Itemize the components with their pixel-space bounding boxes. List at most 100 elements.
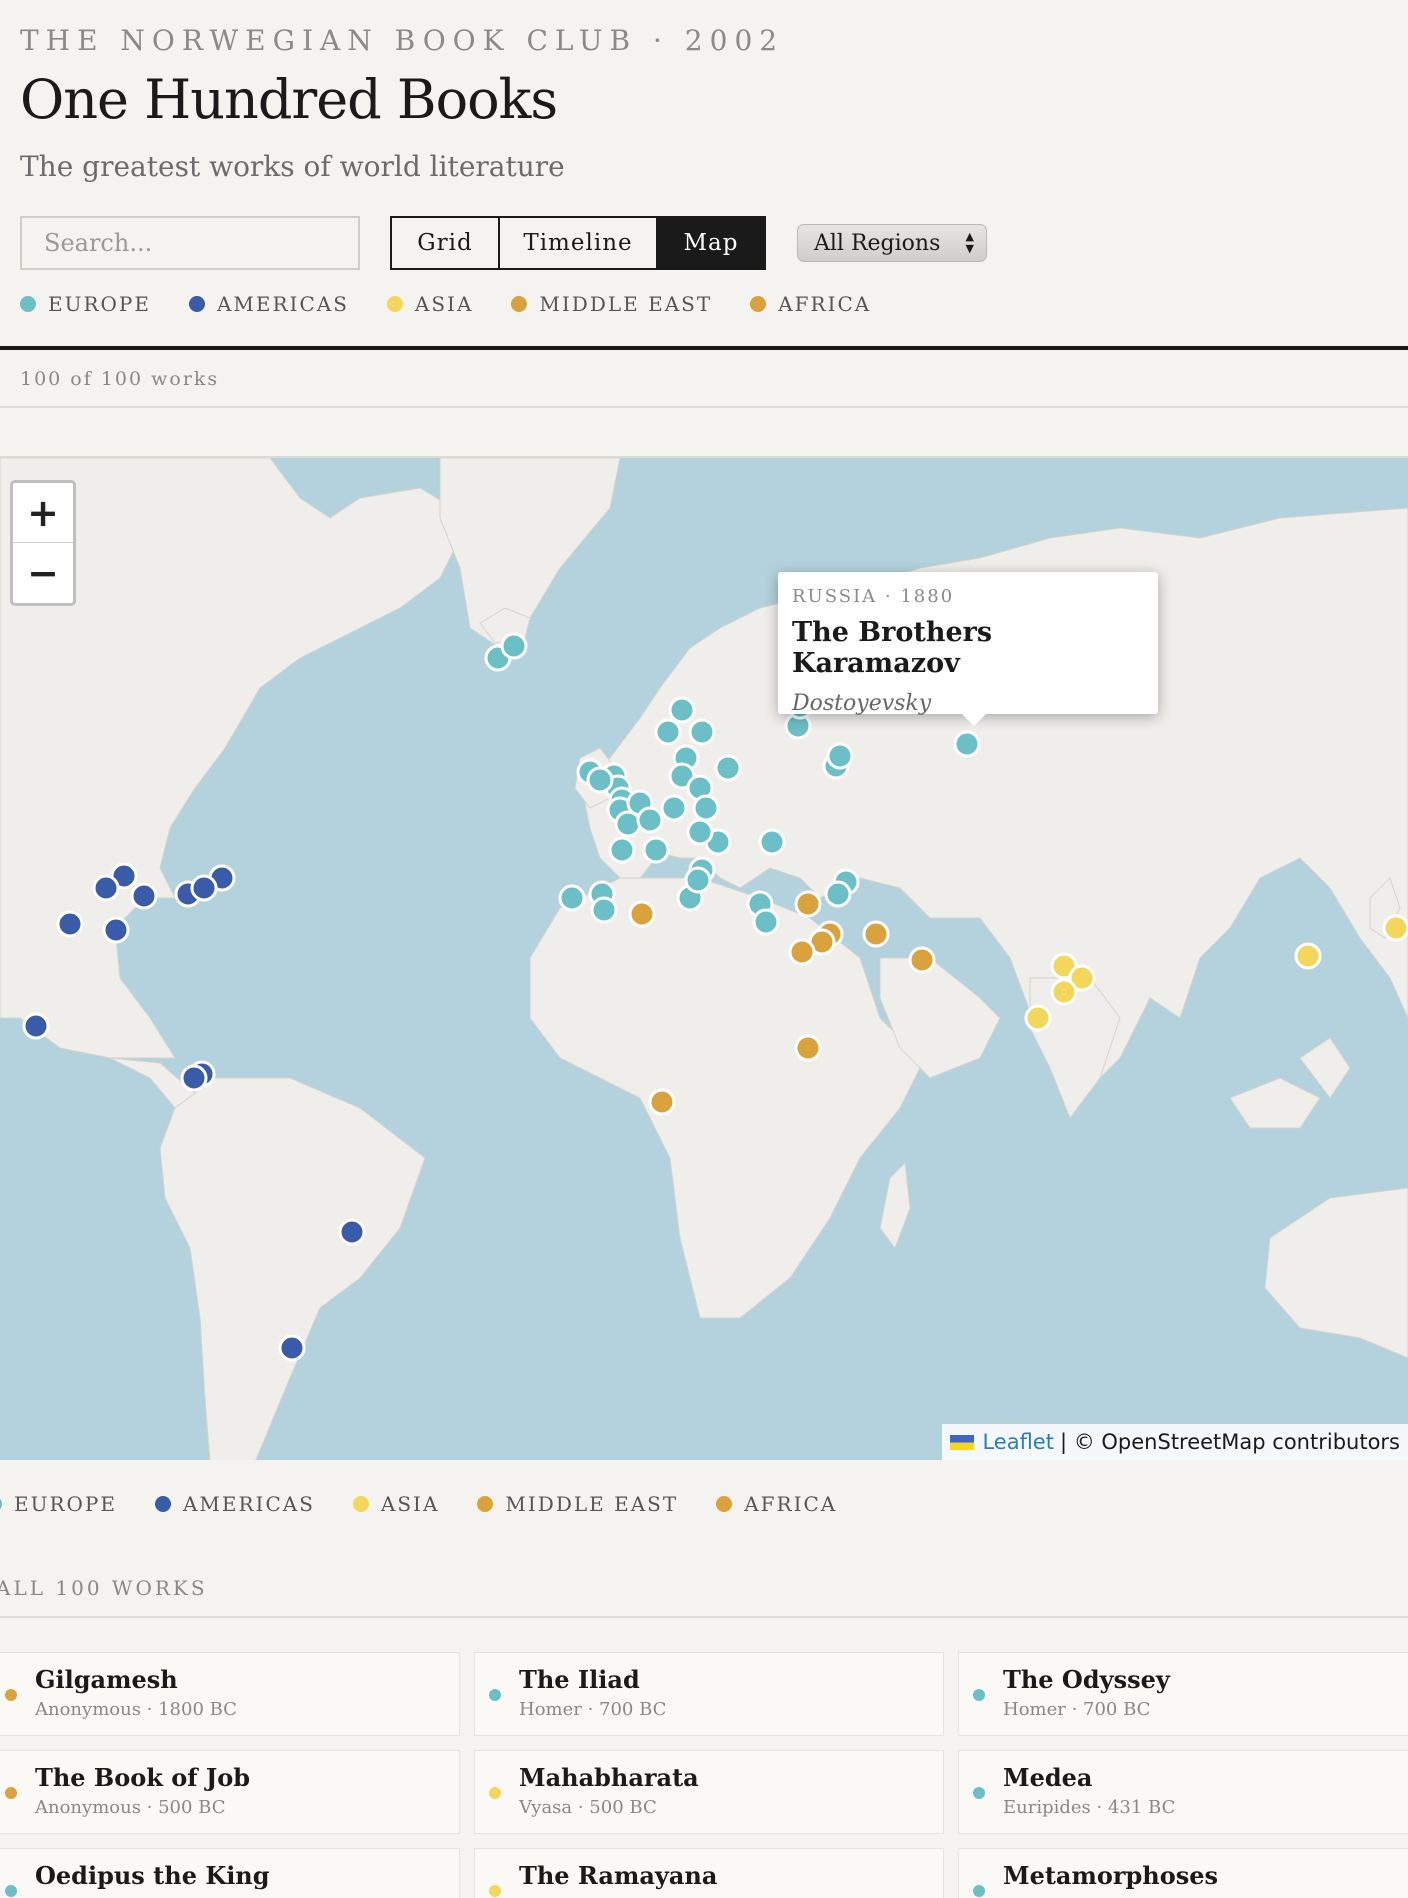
zoom-in-button[interactable]: +	[13, 483, 73, 543]
book-marker[interactable]	[826, 742, 854, 770]
book-marker[interactable]	[684, 866, 712, 894]
book-marker[interactable]	[628, 900, 656, 928]
book-marker[interactable]	[130, 882, 158, 910]
work-card[interactable]: Gilgamesh Anonymous · 1800 BC	[0, 1652, 460, 1736]
popup-title: The Brothers Karamazov	[792, 617, 993, 679]
map-attribution: Leaflet | © OpenStreetMap contributors	[942, 1424, 1408, 1460]
popup-meta: RUSSIA · 1880	[792, 586, 955, 607]
view-switcher: Grid Timeline Map	[390, 216, 766, 270]
zoom-out-button[interactable]: −	[13, 543, 73, 603]
count-divider	[0, 406, 1408, 408]
legend-item-asia: ASIA	[352, 1492, 440, 1516]
book-marker[interactable]	[788, 938, 816, 966]
work-card[interactable]: The Ramayana	[474, 1848, 944, 1898]
view-map-button[interactable]: Map	[658, 218, 764, 268]
book-marker[interactable]	[1024, 1004, 1052, 1032]
book-marker[interactable]	[1050, 978, 1078, 1006]
americas-dot-icon	[188, 296, 205, 312]
legend-label: AMERICAS	[216, 292, 349, 316]
book-marker[interactable]	[692, 794, 720, 822]
work-title: The Iliad	[519, 1665, 640, 1694]
book-marker[interactable]	[794, 890, 822, 918]
header-divider	[0, 346, 1408, 350]
book-marker[interactable]	[686, 818, 714, 846]
book-marker[interactable]	[180, 1064, 208, 1092]
select-arrows-icon: ▲ ▼	[965, 230, 974, 255]
legend-top: EUROPE AMERICAS ASIA MIDDLE EAST AFRICA	[20, 292, 909, 316]
region-dot-icon	[5, 1787, 17, 1799]
book-marker[interactable]	[608, 836, 636, 864]
work-card[interactable]: The Book of Job Anonymous · 500 BC	[0, 1750, 460, 1834]
legend-item-africa: AFRICA	[716, 1492, 837, 1516]
book-marker[interactable]	[654, 718, 682, 746]
page-title: One Hundred Books	[20, 68, 558, 131]
book-marker[interactable]	[22, 1012, 50, 1040]
work-title: Metamorphoses	[1003, 1861, 1219, 1890]
book-marker[interactable]	[862, 920, 890, 948]
view-grid-button[interactable]: Grid	[392, 218, 500, 268]
book-marker[interactable]	[758, 828, 786, 856]
book-marker[interactable]	[558, 884, 586, 912]
book-marker[interactable]	[56, 910, 84, 938]
book-marker[interactable]	[908, 946, 936, 974]
all-works-divider	[0, 1616, 1408, 1618]
book-marker[interactable]	[190, 874, 218, 902]
book-marker[interactable]	[688, 718, 716, 746]
book-marker[interactable]	[660, 794, 688, 822]
book-marker[interactable]	[586, 766, 614, 794]
book-marker[interactable]	[338, 1218, 366, 1246]
results-count: 100 of 100 works	[20, 368, 220, 390]
book-marker[interactable]	[953, 730, 981, 758]
work-card[interactable]: Medea Euripides · 431 BC	[958, 1750, 1408, 1834]
legend-label: EUROPE	[48, 292, 151, 316]
work-card[interactable]: Metamorphoses	[958, 1848, 1408, 1898]
work-card[interactable]: The Iliad Homer · 700 BC	[474, 1652, 944, 1736]
book-marker[interactable]	[648, 1088, 676, 1116]
book-marker[interactable]	[752, 908, 780, 936]
book-marker[interactable]	[824, 880, 852, 908]
book-marker[interactable]	[1294, 942, 1322, 970]
europe-dot-icon	[20, 296, 36, 312]
work-title: Gilgamesh	[35, 1665, 178, 1694]
page-subtitle: The greatest works of world literature	[20, 150, 565, 183]
legend-label: MIDDLE EAST	[505, 1492, 679, 1516]
book-marker[interactable]	[102, 916, 130, 944]
work-subtitle: Anonymous · 500 BC	[35, 1797, 226, 1818]
leaflet-link[interactable]: Leaflet	[982, 1430, 1054, 1454]
book-marker[interactable]	[500, 632, 528, 660]
region-dot-icon	[489, 1787, 501, 1799]
legend-bottom: EUROPE AMERICAS ASIA MIDDLE EAST AFRICA	[0, 1492, 875, 1516]
book-marker[interactable]	[92, 874, 120, 902]
legend-label: EUROPE	[14, 1492, 117, 1516]
region-dot-icon	[489, 1689, 501, 1701]
work-card[interactable]: Oedipus the King	[0, 1848, 460, 1898]
work-subtitle: Vyasa · 500 BC	[519, 1797, 657, 1818]
legend-item-middle-east: MIDDLE EAST	[477, 1492, 678, 1516]
book-marker[interactable]	[278, 1334, 306, 1362]
attribution-text: | © OpenStreetMap contributors	[1059, 1430, 1400, 1454]
map-canvas[interactable]	[0, 458, 1408, 1460]
book-marker[interactable]	[590, 896, 618, 924]
legend-label: AFRICA	[778, 292, 872, 316]
europe-dot-icon	[0, 1496, 2, 1512]
book-marker[interactable]	[668, 696, 696, 724]
world-map[interactable]	[0, 456, 1408, 1460]
legend-label: ASIA	[414, 292, 474, 316]
view-timeline-button[interactable]: Timeline	[500, 218, 658, 268]
map-zoom-control: + −	[10, 480, 76, 606]
eyebrow-text: THE NORWEGIAN BOOK CLUB · 2002	[20, 24, 785, 57]
book-marker[interactable]	[794, 1034, 822, 1062]
book-marker[interactable]	[636, 806, 664, 834]
search-input[interactable]: Search...	[20, 216, 360, 270]
work-title: The Odyssey	[1003, 1665, 1170, 1694]
legend-label: ASIA	[380, 1492, 440, 1516]
book-marker[interactable]	[614, 810, 642, 838]
ukraine-flag-icon	[950, 1434, 975, 1450]
region-select[interactable]: All Regions ▲ ▼	[797, 224, 987, 262]
work-card[interactable]: The Odyssey Homer · 700 BC	[958, 1652, 1408, 1736]
asia-dot-icon	[386, 296, 403, 312]
work-card[interactable]: Mahabharata Vyasa · 500 BC	[474, 1750, 944, 1834]
book-marker[interactable]	[1382, 914, 1408, 942]
book-marker[interactable]	[714, 754, 742, 782]
book-marker[interactable]	[642, 836, 670, 864]
